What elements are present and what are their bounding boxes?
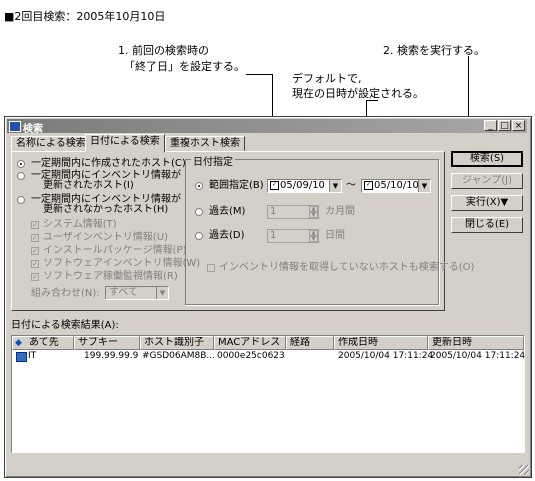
range-tilde: ～ xyxy=(346,180,356,191)
minimize-button[interactable]: _ xyxy=(484,120,497,131)
app-icon xyxy=(9,121,21,132)
results-list[interactable]: あて先 ◆ サブキー ホスト識別子 MACアドレス 経路 作成日時 更新日時 I… xyxy=(11,335,525,453)
check-software-monitoring-label: ソフトウェア稼働監視情報(R) xyxy=(43,271,178,282)
to-date-checkbox[interactable]: ✓ xyxy=(364,180,373,190)
radio-past-days-label: 過去(D) xyxy=(209,230,245,241)
column-header-mac[interactable]: MACアドレス xyxy=(214,336,286,350)
column-header-subkey[interactable]: サブキー xyxy=(74,336,140,350)
title-bar[interactable]: 検索 _ □ × xyxy=(7,119,527,135)
spin-down-icon[interactable]: ▼ xyxy=(309,236,318,242)
window-title: 検索 xyxy=(23,124,43,135)
results-label: 日付による検索結果(A): xyxy=(11,320,119,331)
combine-select-value: すべて xyxy=(109,287,138,298)
radio-past-months[interactable] xyxy=(195,208,203,216)
check-uninventoried-hosts-label: インベントリ情報を取得していないホストも検索する(O) xyxy=(219,262,475,273)
column-header-created[interactable]: 作成日時 xyxy=(334,336,428,350)
past-months-spinner[interactable]: 1 ▲ ▼ xyxy=(267,205,319,219)
date-group-label: 日付指定 xyxy=(191,153,235,168)
tab-duplicate-host-search[interactable]: 重複ホスト検索 xyxy=(165,136,245,151)
search-dialog: 検索 _ □ × 名称による検索 日付による検索 重複ホスト検索 一定期間内に作… xyxy=(4,116,532,478)
radio-created-hosts-label: 一定期間内に作成されたホスト(C) xyxy=(31,158,186,169)
radio-past-days[interactable] xyxy=(195,232,203,240)
check-system-info[interactable]: ✓ xyxy=(31,221,39,229)
cell-created: 2005/10/04 17:11:24 xyxy=(338,351,434,361)
close-window-button[interactable]: × xyxy=(512,120,525,131)
resize-grip[interactable] xyxy=(519,465,529,475)
annotation-2: 2. 検索を実行する。 xyxy=(383,44,485,57)
check-user-inventory-label: ユーザインベントリ情報(U) xyxy=(43,232,168,243)
callout-line-1a xyxy=(246,74,272,75)
chevron-down-icon: ▼ xyxy=(329,180,341,192)
close-button[interactable]: 閉じる(E) xyxy=(451,217,523,233)
to-date-picker[interactable]: ✓ 05/10/10 ▼ xyxy=(361,179,431,193)
radio-range[interactable] xyxy=(195,182,203,190)
radio-created-hosts[interactable] xyxy=(17,160,25,168)
check-system-info-label: システム情報(T) xyxy=(43,219,117,230)
combine-select[interactable]: すべて ▼ xyxy=(105,286,169,300)
radio-not-updated-hosts[interactable] xyxy=(17,196,25,204)
annotation-1-line1: 1. 前回の検索時の xyxy=(118,44,209,57)
sort-arrow-icon: ◆ xyxy=(15,338,22,348)
check-install-package[interactable]: ✓ xyxy=(31,247,39,255)
cell-destination: IT xyxy=(28,351,37,361)
search-button[interactable]: 検索(S) xyxy=(451,151,523,167)
radio-not-updated-hosts-label2: 更新されなかったホスト(H) xyxy=(43,204,169,215)
annotation-1-line2: 「終了日」を設定する。 xyxy=(124,60,245,73)
cell-mac: 0000e25c0623 xyxy=(217,351,285,361)
from-date-checkbox[interactable]: ✓ xyxy=(270,180,279,190)
days-unit: 日間 xyxy=(325,230,345,241)
column-header-updated[interactable]: 更新日時 xyxy=(428,336,524,350)
tab-name-search[interactable]: 名称による検索 xyxy=(11,136,91,151)
cell-updated: 2005/10/04 17:11:24 xyxy=(430,351,526,361)
execute-button[interactable]: 実行(X)▼ xyxy=(451,195,523,211)
maximize-button[interactable]: □ xyxy=(498,120,511,131)
past-days-value: 1 xyxy=(270,230,277,241)
past-days-spinner[interactable]: 1 ▲ ▼ xyxy=(267,229,319,243)
computer-icon xyxy=(16,352,27,362)
table-row[interactable]: IT 199.99.99.9 #GSD06AM8B... 0000e25c062… xyxy=(12,351,526,363)
page-heading: ■2回目検索：2005年10月10日 xyxy=(4,10,166,23)
chevron-down-icon: ▼ xyxy=(418,180,430,192)
tab-date-search[interactable]: 日付による検索 xyxy=(85,134,165,152)
jump-button[interactable]: ジャンプ(J) xyxy=(451,173,523,189)
check-uninventoried-hosts[interactable] xyxy=(207,264,215,272)
cell-host-id: #GSD06AM8B... xyxy=(142,351,216,361)
check-software-inventory-label: ソフトウェアインベントリ情報(W) xyxy=(43,258,201,269)
past-months-value: 1 xyxy=(270,206,277,217)
to-date-value: 05/10/10 xyxy=(374,180,419,191)
from-date-value: 05/09/10 xyxy=(280,180,325,191)
combine-label: 組み合わせ(N): xyxy=(31,288,100,299)
months-unit: カ月間 xyxy=(325,206,355,217)
callout-line-3a xyxy=(366,100,378,101)
cell-subkey: 199.99.99.9 xyxy=(84,351,139,361)
from-date-picker[interactable]: ✓ 05/09/10 ▼ xyxy=(267,179,342,193)
column-header-route[interactable]: 経路 xyxy=(286,336,334,350)
radio-updated-hosts-label2: 更新されたホスト(I) xyxy=(43,180,134,191)
check-software-inventory[interactable]: ✓ xyxy=(31,260,39,268)
radio-updated-hosts[interactable] xyxy=(17,172,25,180)
radio-past-months-label: 過去(M) xyxy=(209,206,246,217)
check-install-package-label: インストールパッケージ情報(P) xyxy=(43,245,187,256)
annotation-3-line2: 現在の日時が設定される。 xyxy=(292,87,424,100)
check-software-monitoring[interactable]: ✓ xyxy=(31,273,39,281)
chevron-down-icon: ▼ xyxy=(156,287,168,299)
column-header-host-id[interactable]: ホスト識別子 xyxy=(140,336,214,350)
annotation-3-line1: デフォルトで, xyxy=(292,72,362,85)
spin-down-icon[interactable]: ▼ xyxy=(309,212,318,218)
check-user-inventory[interactable]: ✓ xyxy=(31,234,39,242)
radio-range-label: 範囲指定(B) xyxy=(209,180,264,191)
